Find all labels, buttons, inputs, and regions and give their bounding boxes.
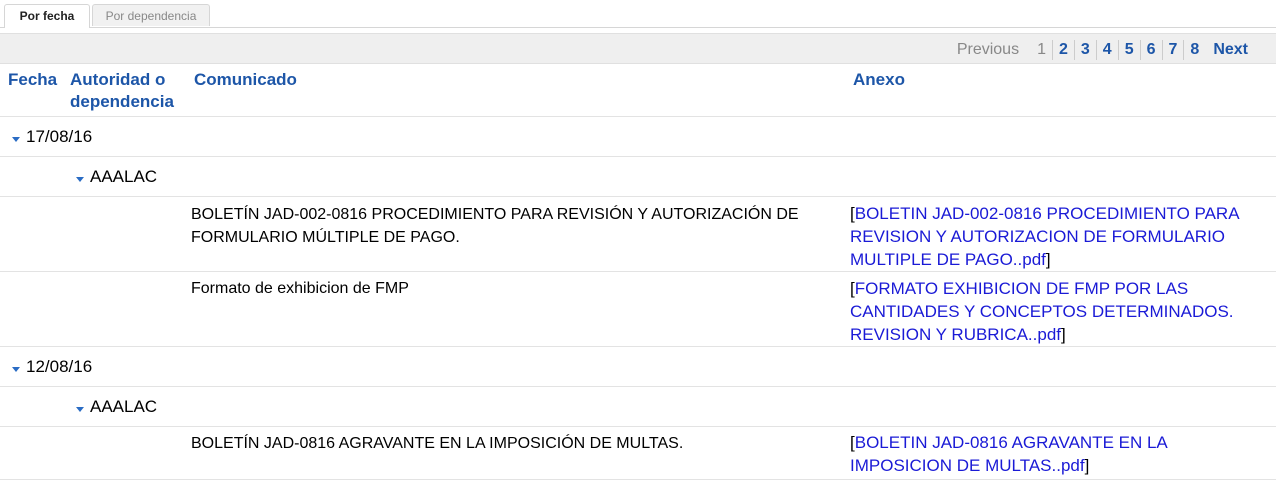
page-6-link[interactable]: 6 <box>1141 40 1163 60</box>
table-row: Formato de exhibicion de FMP [FORMATO EX… <box>0 271 1276 346</box>
tab-por-dependencia[interactable]: Por dependencia <box>92 4 210 26</box>
page-2-link[interactable]: 2 <box>1053 40 1075 60</box>
authority-group-row: AAALAC <box>0 156 1276 196</box>
page-8-link[interactable]: 8 <box>1184 40 1205 60</box>
previous-page-link: Previous <box>956 41 1020 58</box>
table-row: BOLETÍN JAD-002-0816 PROCEDIMIENTO PARA … <box>0 196 1276 271</box>
comunicado-text: Formato de exhibicion de FMP <box>191 280 409 297</box>
date-group-toggle[interactable]: 17/08/16 <box>12 126 92 148</box>
group-date: 17/08/16 <box>26 127 93 146</box>
date-group-toggle[interactable]: 12/08/16 <box>12 356 92 378</box>
comunicado-text: BOLETÍN JAD-0816 AGRAVANTE EN LA IMPOSIC… <box>191 435 684 452</box>
caret-down-icon <box>76 177 84 183</box>
anexo-pdf-link[interactable]: FORMATO EXHIBICION DE FMP POR LAS CANTID… <box>850 279 1234 344</box>
view-tabs: Por fecha Por dependencia <box>0 0 1276 28</box>
column-header-autoridad[interactable]: Autoridad o dependencia <box>70 69 190 113</box>
authority-group-toggle[interactable]: AAALAC <box>76 166 157 188</box>
group-authority: AAALAC <box>90 397 158 416</box>
date-group-row: 17/08/16 <box>0 116 1276 156</box>
caret-down-icon <box>76 407 84 413</box>
page-5-link[interactable]: 5 <box>1119 40 1141 60</box>
page-4-link[interactable]: 4 <box>1097 40 1119 60</box>
caret-down-icon <box>12 137 20 143</box>
column-header-fecha[interactable]: Fecha <box>8 69 57 91</box>
authority-group-row: AAALAC <box>0 386 1276 426</box>
page-7-link[interactable]: 7 <box>1163 40 1185 60</box>
date-group-row: 12/08/16 <box>0 346 1276 386</box>
anexo-pdf-link[interactable]: BOLETIN JAD-0816 AGRAVANTE EN LA IMPOSIC… <box>850 433 1167 475</box>
pagination-bar: Previous 1 2 3 4 5 6 7 8 Next <box>0 33 1276 64</box>
group-authority: AAALAC <box>90 167 158 186</box>
column-header-anexo[interactable]: Anexo <box>853 69 905 91</box>
caret-down-icon <box>12 367 20 373</box>
anexo-cell: [BOLETIN JAD-002-0816 PROCEDIMIENTO PARA… <box>850 204 1239 269</box>
next-page-link[interactable]: Next <box>1213 41 1248 58</box>
page-1: 1 <box>1031 40 1053 60</box>
anexo-cell: [FORMATO EXHIBICION DE FMP POR LAS CANTI… <box>850 279 1234 344</box>
table-row: BOLETÍN JAD-0816 AGRAVANTE EN LA IMPOSIC… <box>0 426 1276 480</box>
pagination: Previous 1 2 3 4 5 6 7 8 Next <box>957 40 1248 60</box>
anexo-pdf-link[interactable]: BOLETIN JAD-002-0816 PROCEDIMIENTO PARA … <box>850 204 1239 269</box>
group-date: 12/08/16 <box>26 357 93 376</box>
comunicado-text: BOLETÍN JAD-002-0816 PROCEDIMIENTO PARA … <box>191 206 799 246</box>
anexo-cell: [BOLETIN JAD-0816 AGRAVANTE EN LA IMPOSI… <box>850 433 1167 475</box>
authority-group-toggle[interactable]: AAALAC <box>76 396 157 418</box>
page-3-link[interactable]: 3 <box>1075 40 1097 60</box>
column-header-comunicado[interactable]: Comunicado <box>194 69 297 91</box>
tab-por-fecha[interactable]: Por fecha <box>4 4 90 28</box>
